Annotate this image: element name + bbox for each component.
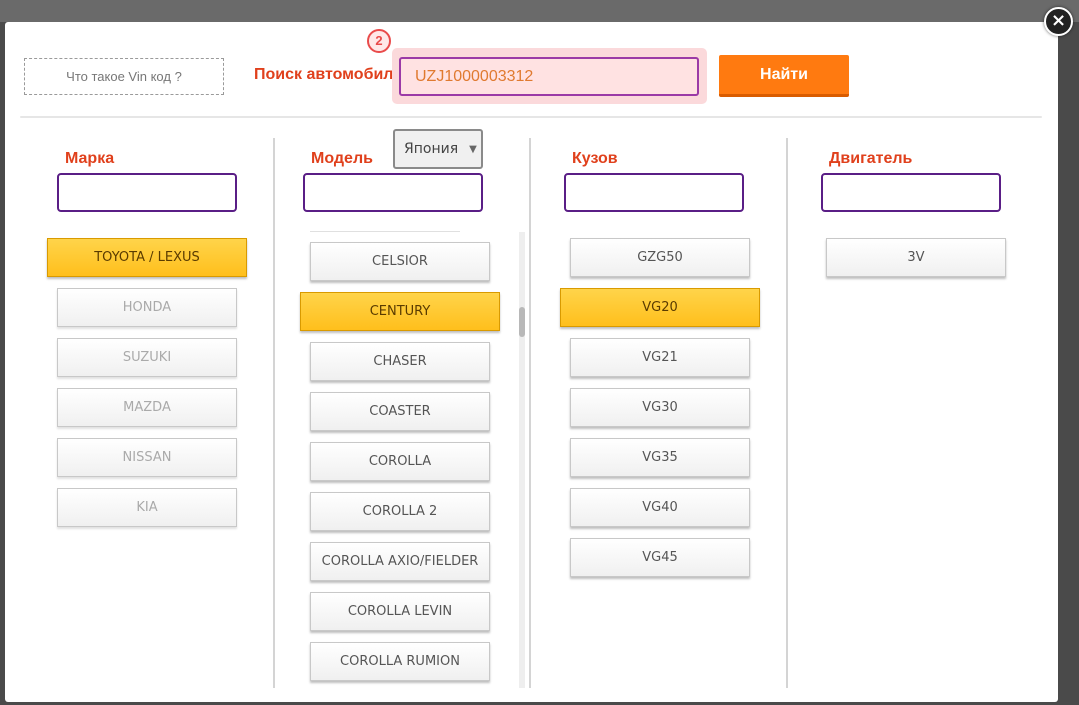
brand-item[interactable]: HONDA [57, 288, 237, 327]
step-badge: 2 [367, 29, 391, 53]
column-divider [529, 138, 531, 688]
model-item[interactable]: COROLLA RUMION [310, 642, 490, 681]
divider [310, 231, 460, 232]
brand-item[interactable]: NISSAN [57, 438, 237, 477]
country-select-value: Япония [404, 141, 459, 157]
body-item[interactable]: VG21 [570, 338, 750, 377]
body-item[interactable]: VG30 [570, 388, 750, 427]
search-input[interactable] [399, 57, 699, 96]
page-backdrop [0, 0, 1079, 22]
search-label: Поиск автомобиля [254, 66, 403, 83]
body-item[interactable]: VG40 [570, 488, 750, 527]
country-select[interactable]: Япония ▼ [393, 129, 483, 169]
model-scrollbar[interactable] [519, 232, 525, 688]
body-item[interactable]: GZG50 [570, 238, 750, 277]
model-item[interactable]: CELSIOR [310, 242, 490, 281]
brand-title: Марка [65, 150, 115, 167]
model-item[interactable]: CHASER [310, 342, 490, 381]
body-filter-input[interactable] [564, 173, 744, 212]
brand-item[interactable]: SUZUKI [57, 338, 237, 377]
body-item[interactable]: VG35 [570, 438, 750, 477]
engine-filter-input[interactable] [821, 173, 1001, 212]
model-item[interactable]: COROLLA [310, 442, 490, 481]
model-item[interactable]: COASTER [310, 392, 490, 431]
search-highlight [392, 48, 707, 104]
column-divider [786, 138, 788, 688]
model-filter-input[interactable] [303, 173, 483, 212]
close-icon[interactable]: × [1044, 7, 1073, 36]
model-item[interactable]: COROLLA 2 [310, 492, 490, 531]
brand-item[interactable]: KIA [57, 488, 237, 527]
find-button[interactable]: Найти [719, 55, 849, 97]
engine-item[interactable]: 3V [826, 238, 1006, 277]
model-title: Модель [311, 150, 373, 167]
brand-filter-input[interactable] [57, 173, 237, 212]
brand-item[interactable]: TOYOTA / LEXUS [47, 238, 247, 277]
model-item[interactable]: CENTURY [300, 292, 500, 331]
model-item[interactable]: COROLLA LEVIN [310, 592, 490, 631]
model-scroll-thumb[interactable] [519, 307, 525, 337]
body-item[interactable]: VG20 [560, 288, 760, 327]
model-item[interactable]: COROLLA AXIO/FIELDER [310, 542, 490, 581]
divider [20, 116, 1042, 118]
body-item[interactable]: VG45 [570, 538, 750, 577]
engine-title: Двигатель [829, 150, 913, 167]
vin-help-link[interactable]: Что такое Vin код ? [24, 58, 224, 95]
brand-item[interactable]: MAZDA [57, 388, 237, 427]
column-divider [273, 138, 275, 688]
body-title: Кузов [572, 150, 618, 167]
chevron-down-icon: ▼ [469, 143, 477, 155]
